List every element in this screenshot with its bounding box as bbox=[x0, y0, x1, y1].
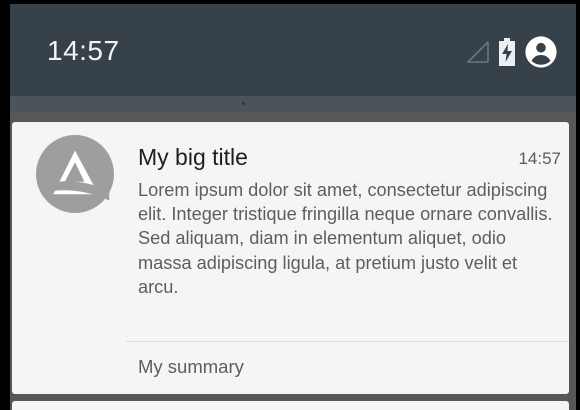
notification-title: My big title bbox=[138, 144, 248, 170]
status-time: 14:57 bbox=[47, 35, 120, 66]
app-logo-icon bbox=[36, 135, 114, 213]
status-bar: 14:57 bbox=[10, 4, 576, 96]
notification-summary: My summary bbox=[138, 356, 244, 377]
divider bbox=[126, 341, 569, 342]
notification-shade-handle[interactable] bbox=[10, 96, 576, 112]
account-circle-icon[interactable] bbox=[524, 35, 558, 69]
status-icons bbox=[466, 35, 558, 69]
next-notification-card[interactable] bbox=[12, 401, 569, 410]
notification-time: 14:57 bbox=[518, 149, 561, 168]
device-screen: 14:57 My big title 14:57 Lorem ipsum dol… bbox=[10, 4, 576, 410]
notification-big-text: Lorem ipsum dolor sit amet, consectetur … bbox=[138, 180, 553, 297]
signal-empty-icon bbox=[467, 41, 489, 63]
battery-charging-icon bbox=[499, 38, 515, 66]
shade-dot bbox=[242, 102, 245, 105]
notification-card[interactable]: My big title 14:57 Lorem ipsum dolor sit… bbox=[12, 122, 569, 394]
